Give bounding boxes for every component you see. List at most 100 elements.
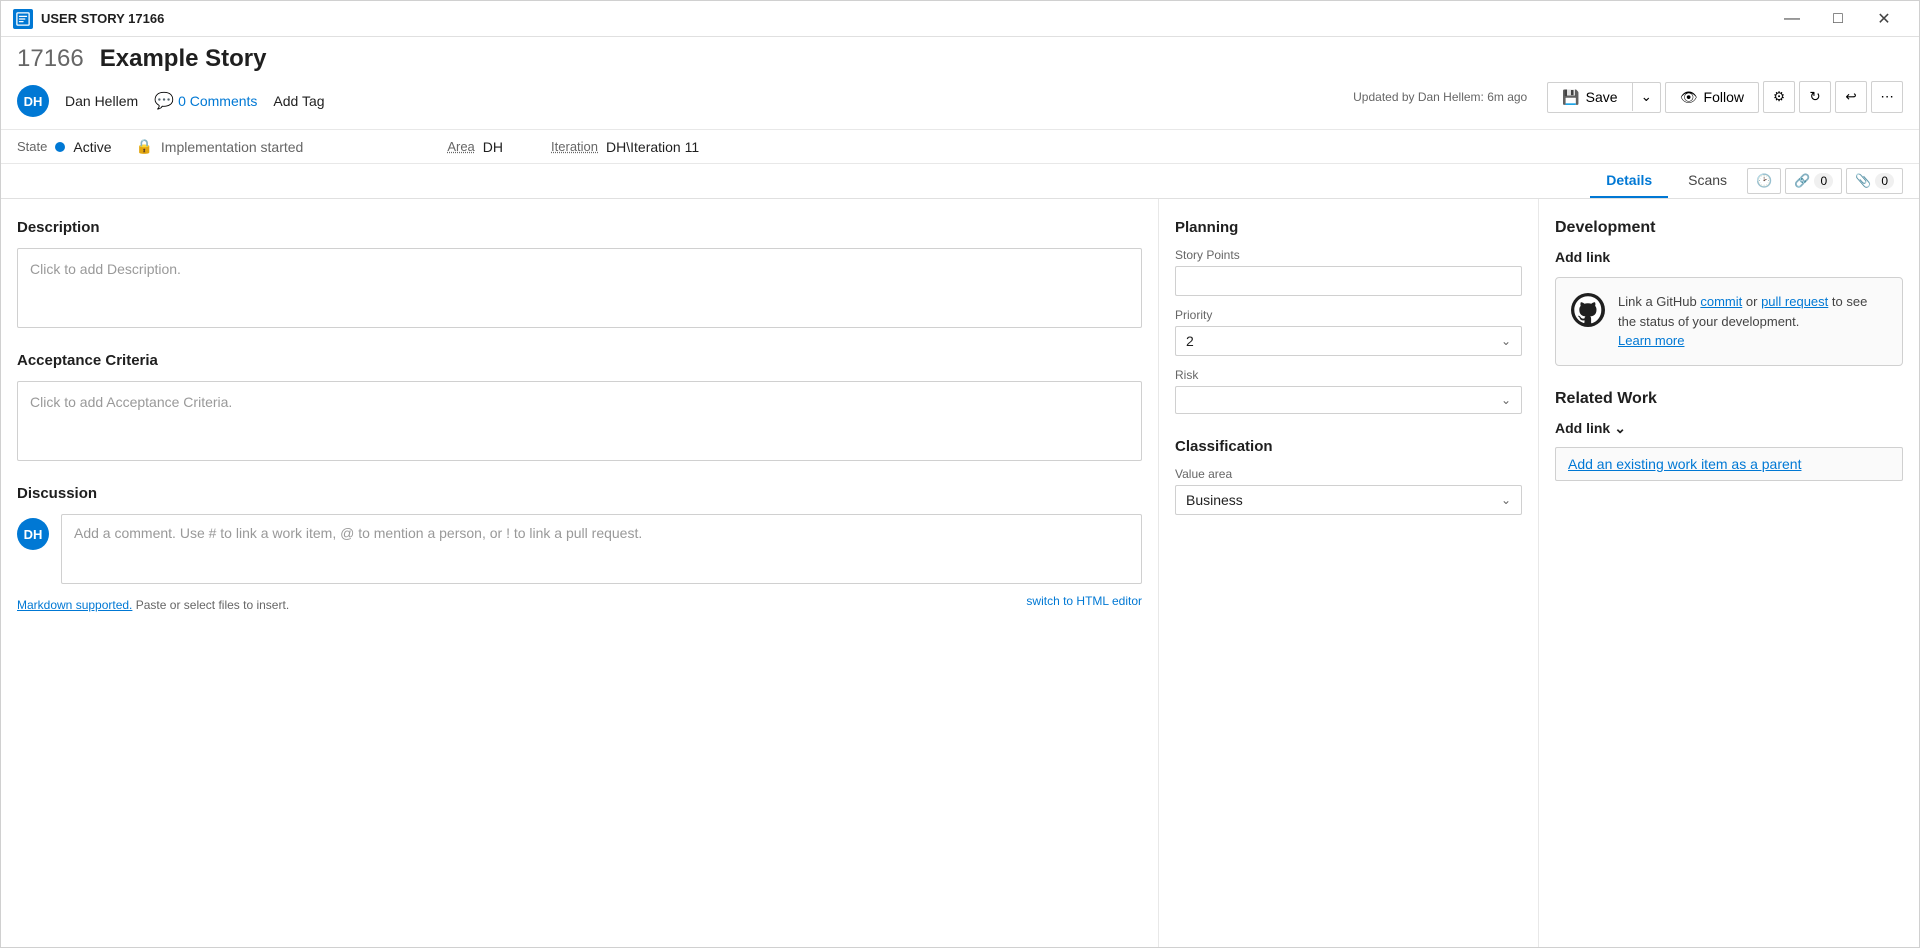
toolbar: Updated by Dan Hellem: 6m ago 💾 Save ⌄ 👁… — [1353, 81, 1903, 121]
acceptance-criteria-input[interactable]: Click to add Acceptance Criteria. — [17, 381, 1142, 461]
header-top: 17166 Example Story — [17, 45, 1903, 73]
value-area-value: Business — [1186, 492, 1243, 508]
area-field: Area DH — [447, 139, 503, 155]
undo-icon: ↩ — [1845, 89, 1856, 105]
iteration-value: DH\Iteration 11 — [606, 139, 699, 155]
save-dropdown-button[interactable]: ⌄ — [1632, 83, 1660, 111]
discussion-section: Discussion DH Markdown supported. Paste … — [17, 485, 1142, 612]
follow-button[interactable]: 👁 Follow — [1665, 82, 1759, 113]
state-field: State Active — [17, 139, 111, 155]
description-title: Description — [17, 219, 1142, 236]
reason-field: 🔒 Implementation started — [135, 138, 303, 155]
github-text-prefix: Link a GitHub — [1618, 294, 1700, 309]
planning-section: Planning Story Points Priority 2 ⌄ Risk — [1175, 219, 1522, 414]
related-work-section: Related Work Add link ⌄ Add an existing … — [1555, 390, 1903, 481]
tab-scans[interactable]: Scans — [1672, 164, 1743, 198]
links-button[interactable]: 🔗 0 — [1785, 168, 1842, 194]
markdown-note-extra: Paste or select files to insert. — [136, 598, 289, 612]
comment-icon: 💬 — [154, 91, 174, 111]
learn-more-link[interactable]: Learn more — [1618, 333, 1684, 348]
area-value: DH — [483, 139, 503, 155]
github-pr-link[interactable]: pull request — [1761, 294, 1828, 309]
story-points-field: Story Points — [1175, 248, 1522, 296]
value-area-chevron-icon: ⌄ — [1501, 493, 1511, 507]
add-link-label: Add link — [1555, 420, 1610, 436]
discussion-title: Discussion — [17, 485, 1142, 502]
priority-value: 2 — [1186, 333, 1194, 349]
planning-title: Planning — [1175, 219, 1522, 236]
work-item-title[interactable]: Example Story — [100, 45, 267, 73]
risk-field: Risk ⌄ — [1175, 368, 1522, 414]
comment-input-row: DH — [17, 514, 1142, 584]
markdown-note: Markdown supported. Paste or select file… — [17, 598, 289, 612]
classification-section: Classification Value area Business ⌄ — [1175, 438, 1522, 515]
work-item-header: 17166 Example Story DH Dan Hellem 💬 0 Co… — [1, 37, 1919, 130]
markdown-link[interactable]: Markdown supported. — [17, 598, 132, 612]
title-bar-title: USER STORY 17166 — [41, 11, 164, 26]
state-value[interactable]: Active — [73, 139, 111, 155]
risk-label: Risk — [1175, 368, 1522, 382]
story-points-label: Story Points — [1175, 248, 1522, 262]
commenter-avatar: DH — [17, 518, 49, 550]
undo-button[interactable]: ↩ — [1835, 81, 1867, 113]
history-icon: 🕑 — [1756, 173, 1772, 189]
state-dot — [55, 142, 65, 152]
github-commit-link[interactable]: commit — [1700, 294, 1742, 309]
acceptance-criteria-title: Acceptance Criteria — [17, 352, 1142, 369]
more-icon: ⋯ — [1880, 89, 1893, 105]
value-area-select[interactable]: Business ⌄ — [1175, 485, 1522, 515]
area-section: Area DH Iteration DH\Iteration 11 — [447, 139, 699, 155]
story-points-input[interactable] — [1175, 266, 1522, 296]
add-link-dropdown-button[interactable]: Add link ⌄ — [1555, 420, 1626, 437]
state-bar: State Active 🔒 Implementation started Ar… — [1, 130, 1919, 164]
save-icon: 💾 — [1562, 89, 1579, 106]
save-button-group: 💾 Save ⌄ — [1547, 82, 1661, 113]
existing-parent-link[interactable]: Add an existing work item as a parent — [1555, 447, 1903, 481]
value-area-label: Value area — [1175, 467, 1522, 481]
maximize-button[interactable]: □ — [1815, 1, 1861, 37]
attachments-count: 0 — [1875, 173, 1894, 189]
add-tag-button[interactable]: Add Tag — [273, 93, 324, 109]
title-bar: USER STORY 17166 ― □ ✕ — [1, 1, 1919, 37]
comments-button[interactable]: 💬 0 Comments — [154, 91, 257, 111]
development-add-link-button[interactable]: Add link — [1555, 249, 1903, 265]
lock-icon: 🔒 — [135, 138, 152, 155]
links-count: 0 — [1814, 173, 1833, 189]
switch-editor-link[interactable]: switch to HTML editor — [1026, 594, 1142, 608]
github-icon — [1570, 292, 1606, 328]
github-card: Link a GitHub commit or pull request to … — [1555, 277, 1903, 366]
description-section: Description Click to add Description. — [17, 219, 1142, 328]
author-name: Dan Hellem — [65, 93, 138, 109]
window-controls: ― □ ✕ — [1769, 1, 1907, 37]
refresh-button[interactable]: ↻ — [1799, 81, 1831, 113]
risk-select[interactable]: ⌄ — [1175, 386, 1522, 414]
github-or: or — [1742, 294, 1761, 309]
tab-details[interactable]: Details — [1590, 164, 1668, 198]
updated-text: Updated by Dan Hellem: 6m ago — [1353, 90, 1527, 104]
refresh-icon: ↻ — [1809, 89, 1820, 105]
add-link-chevron-icon: ⌄ — [1614, 420, 1626, 437]
link-icon: 🔗 — [1794, 173, 1810, 189]
main-content: Description Click to add Description. Ac… — [1, 199, 1919, 947]
save-button[interactable]: 💾 Save — [1548, 83, 1631, 112]
minimize-button[interactable]: ― — [1769, 1, 1815, 37]
state-label: State — [17, 139, 47, 154]
classification-title: Classification — [1175, 438, 1522, 455]
github-description: Link a GitHub commit or pull request to … — [1618, 292, 1888, 351]
right-panel: Development Add link Link a GitHub commi… — [1539, 199, 1919, 947]
priority-select[interactable]: 2 ⌄ — [1175, 326, 1522, 356]
attachments-button[interactable]: 📎 0 — [1846, 168, 1903, 194]
settings-button[interactable]: ⚙ — [1763, 81, 1795, 113]
user-story-icon — [13, 9, 33, 29]
description-input[interactable]: Click to add Description. — [17, 248, 1142, 328]
comments-count: 0 Comments — [178, 93, 257, 109]
acceptance-criteria-section: Acceptance Criteria Click to add Accepta… — [17, 352, 1142, 461]
close-button[interactable]: ✕ — [1861, 1, 1907, 37]
add-link-row: Add link ⌄ — [1555, 420, 1903, 437]
area-label: Area — [447, 139, 474, 154]
comment-input[interactable] — [61, 514, 1142, 584]
middle-panel: Planning Story Points Priority 2 ⌄ Risk — [1159, 199, 1539, 947]
history-button[interactable]: 🕑 — [1747, 168, 1781, 194]
more-button[interactable]: ⋯ — [1871, 81, 1903, 113]
gear-icon: ⚙ — [1773, 89, 1785, 105]
